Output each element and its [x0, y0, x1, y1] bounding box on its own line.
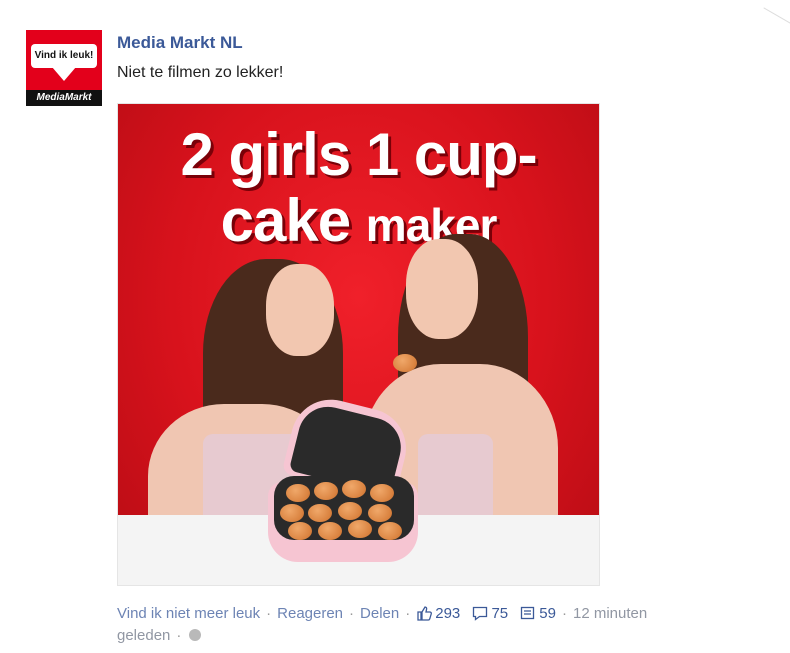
- cupcake: [288, 522, 312, 540]
- globe-icon[interactable]: [189, 629, 202, 641]
- right-girl-face: [406, 239, 478, 339]
- likes-count-button[interactable]: 293: [416, 605, 460, 622]
- separator: ·: [266, 605, 272, 622]
- cupcake-maker: [268, 391, 418, 569]
- cupcake: [378, 522, 402, 540]
- share-icon: [521, 606, 535, 620]
- comments-count: 75: [491, 605, 509, 622]
- cupcake: [286, 484, 310, 502]
- timestamp-link[interactable]: 12 minuten: [573, 605, 647, 622]
- comment-bubble-icon: [473, 606, 488, 621]
- avatar-logo: MediaMarkt: [26, 90, 102, 106]
- post-message: Niet te filmen zo lekker!: [117, 64, 284, 81]
- post-author-link[interactable]: Media Markt NL: [117, 33, 243, 53]
- photo-headline-line1: 2 girls 1 cup-: [180, 121, 537, 188]
- separator: ·: [176, 627, 182, 644]
- separator: ·: [405, 605, 411, 622]
- avatar-badge: Vind ik leuk!: [31, 44, 97, 68]
- separator: ·: [561, 605, 567, 622]
- decorative-line: [753, 7, 790, 46]
- left-girl-face: [266, 264, 334, 356]
- shares-count: 59: [539, 605, 556, 622]
- cupcake: [280, 504, 304, 522]
- separator: ·: [349, 605, 355, 622]
- cupcake: [368, 504, 392, 522]
- post-actions: Vind ik niet meer leuk · Reageren · Delen · 29…: [117, 603, 727, 647]
- photo-headline-cake: cake: [220, 187, 351, 254]
- cupcake: [348, 520, 372, 538]
- cupcake: [342, 480, 366, 498]
- shares-count-button[interactable]: 59: [520, 605, 556, 622]
- cupcake: [308, 504, 332, 522]
- comment-link[interactable]: Reageren: [277, 605, 343, 622]
- photo-headline-line2: cake maker: [118, 186, 599, 255]
- thumbs-up-icon: [417, 606, 433, 621]
- unlike-link[interactable]: Vind ik niet meer leuk: [117, 605, 260, 622]
- comments-count-button[interactable]: 75: [472, 605, 508, 622]
- post-photo[interactable]: 2 girls 1 cup- cake maker: [117, 103, 600, 586]
- page-avatar[interactable]: Vind ik leuk! MediaMarkt: [26, 30, 102, 106]
- share-link[interactable]: Delen: [360, 605, 399, 622]
- likes-count: 293: [435, 605, 461, 622]
- cupcake: [338, 502, 362, 520]
- cupcake: [314, 482, 338, 500]
- held-cupcake: [393, 354, 417, 372]
- cupcake: [318, 522, 342, 540]
- cupcake: [370, 484, 394, 502]
- timestamp-link-continued[interactable]: geleden: [117, 627, 170, 644]
- facebook-post: Vind ik leuk! MediaMarkt Media Markt NL …: [0, 0, 790, 653]
- avatar-arrow-icon: [52, 67, 76, 81]
